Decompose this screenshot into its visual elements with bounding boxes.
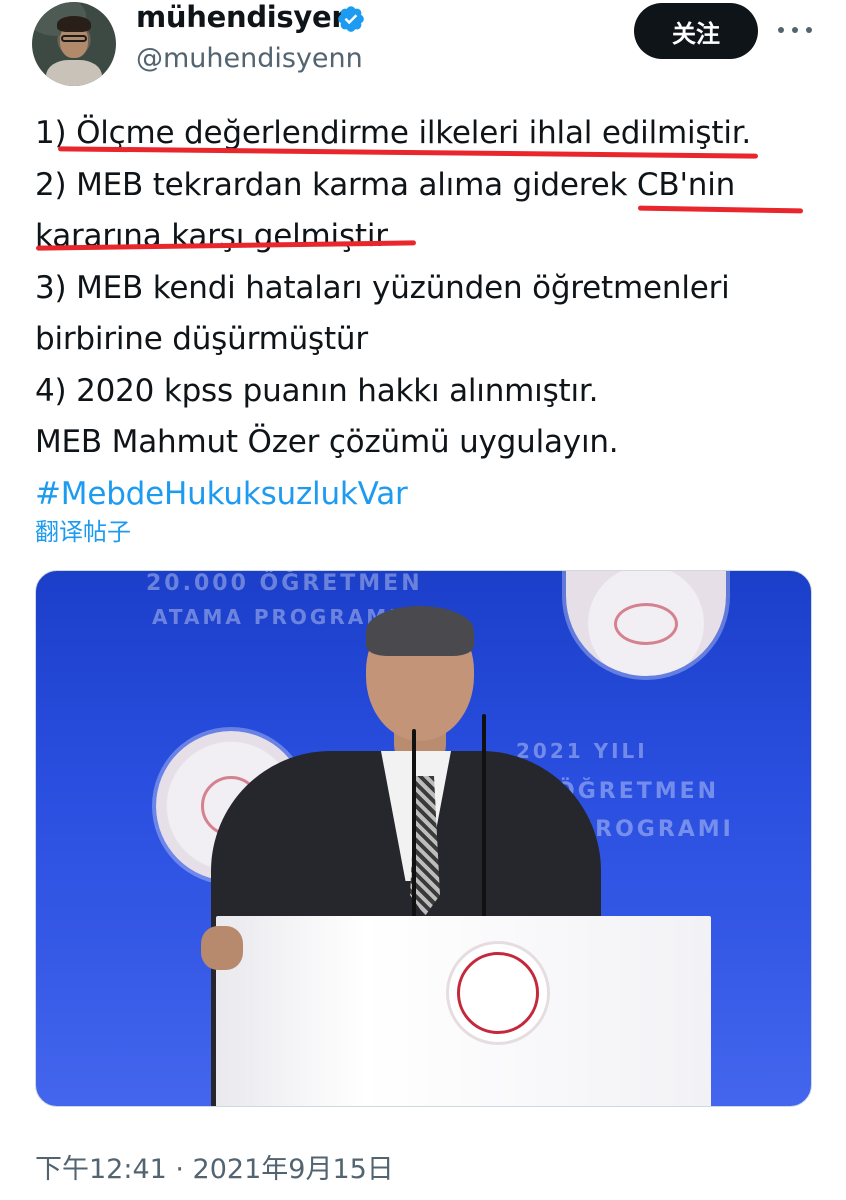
timestamp[interactable]: 下午12:41 · 2021年9月15日 [35,1147,394,1186]
microphone [412,729,416,919]
user-handle[interactable]: @muhendisyenn [136,43,363,74]
follow-button[interactable]: 关注 [634,3,758,59]
tweet-text: 1) Ölçme değerlendirme ilkeleri ihlal ed… [35,108,825,520]
tweet-line: 2) MEB tekrardan karma alıma giderek CB'… [35,166,736,203]
hashtag-link[interactable]: #MebdeHukuksuzlukVar [35,469,825,521]
emblem-seal [566,571,726,676]
tweet-line: kararına karşı gelmiştir [35,218,388,254]
photo-background-text: 2021 YILI [516,739,648,763]
tweet-line: 3) MEB kendi hataları yüzünden öğretmenl… [35,269,730,306]
photo-background-text: ATAMA PROGRAMI [152,605,400,629]
avatar[interactable] [32,2,116,86]
tweet-screen: mühendisyen @muhendisyenn 关注 1) Ölçme de… [0,0,846,1200]
translate-post-link[interactable]: 翻译帖子 [35,512,131,547]
verified-badge-icon [338,6,364,32]
photo-background-text: ÖĞRETMEN [556,779,720,804]
tweet-photo[interactable]: 20.000 ÖĞRETMEN ATAMA PROGRAMI 2021 YILI… [35,570,812,1107]
tweet-line: 4) 2020 kpss puanın hakkı alınmıştır. [35,372,599,409]
photo-background-text: 20.000 ÖĞRETMEN [146,571,423,596]
tweet-line: MEB Mahmut Özer çözümü uygulayın. [35,424,619,460]
more-options-icon[interactable] [778,18,812,42]
microphone [482,714,486,919]
podium-emblem [446,941,550,1045]
tweet-line: birbirine düşürmüştür [35,321,368,357]
display-name[interactable]: mühendisyen [136,0,352,34]
photo-background-text: PROGRAMI [576,817,734,842]
